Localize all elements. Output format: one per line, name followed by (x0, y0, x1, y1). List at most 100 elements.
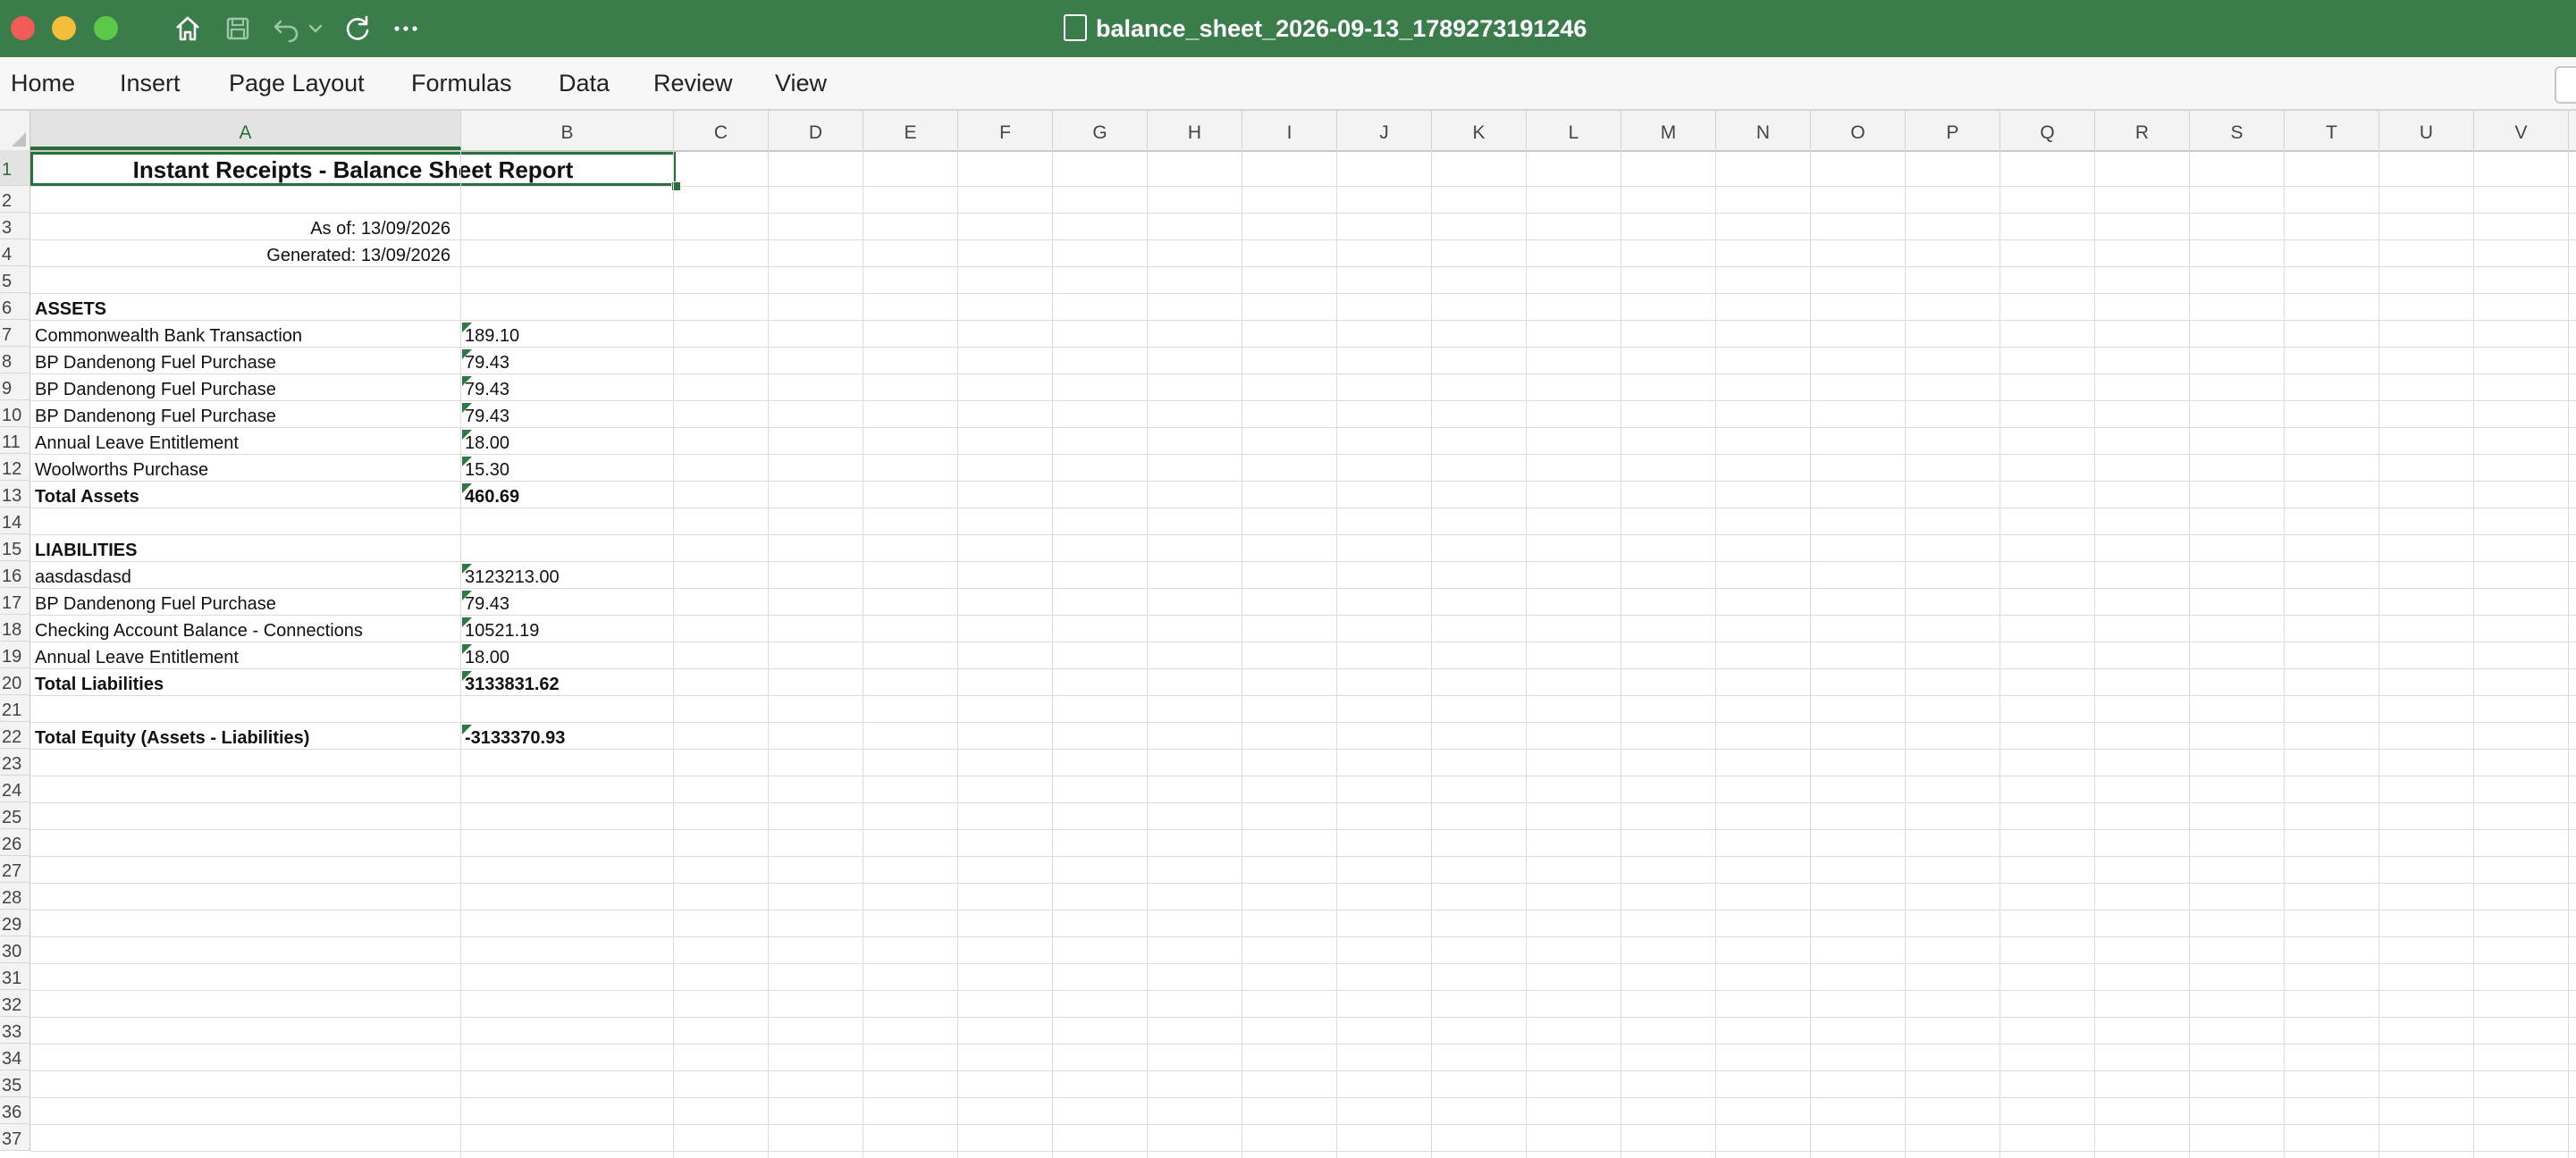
chevron-down-icon[interactable] (306, 13, 325, 45)
row-header[interactable]: 19 (0, 642, 30, 668)
row-header[interactable]: 23 (0, 749, 30, 776)
column-header-j[interactable]: J (1337, 111, 1432, 150)
row-header[interactable]: 21 (0, 695, 30, 722)
tab-home[interactable]: Home (11, 57, 75, 109)
row-header[interactable]: 35 (0, 1070, 30, 1097)
row-header[interactable]: 9 (0, 373, 30, 400)
total-equity-value[interactable]: -3133370.93 (461, 724, 674, 751)
column-header-b[interactable]: B (461, 111, 674, 150)
row-header[interactable]: 26 (0, 829, 30, 856)
liability-label[interactable]: aasdasdasd (30, 563, 131, 590)
minimize-window-button[interactable] (52, 16, 76, 40)
column-header-q[interactable]: Q (2000, 111, 2095, 150)
column-header-v[interactable]: V (2474, 111, 2569, 150)
row-header[interactable]: 20 (0, 668, 30, 695)
tab-formulas[interactable]: Formulas (411, 57, 512, 109)
liability-value[interactable]: 3123213.00 (461, 563, 674, 590)
cell-assets-header[interactable]: ASSETS (30, 295, 106, 322)
cell-a1-report-title[interactable]: Instant Receipts - Balance Sheet Report (30, 152, 676, 186)
column-header-g[interactable]: G (1053, 111, 1148, 150)
asset-label[interactable]: BP Dandenong Fuel Purchase (30, 348, 276, 375)
row-header[interactable]: 22 (0, 722, 30, 749)
asset-label[interactable]: Commonwealth Bank Transaction (30, 322, 302, 348)
column-header-t[interactable]: T (2285, 111, 2379, 150)
asset-label[interactable]: BP Dandenong Fuel Purchase (30, 375, 276, 402)
row-header[interactable]: 31 (0, 963, 30, 990)
liability-label[interactable]: Checking Account Balance - Connections (30, 617, 363, 643)
row-header[interactable]: 2 (0, 186, 30, 213)
asset-value[interactable]: 79.43 (461, 402, 674, 429)
row-header[interactable]: 10 (0, 400, 30, 427)
total-liabilities-value[interactable]: 3133831.62 (461, 670, 674, 697)
row-header[interactable]: 36 (0, 1097, 30, 1124)
row-header[interactable]: 11 (0, 427, 30, 454)
tab-insert[interactable]: Insert (120, 57, 181, 109)
liability-value[interactable]: 10521.19 (461, 617, 674, 643)
column-header-c[interactable]: C (674, 111, 769, 150)
row-header[interactable]: 17 (0, 588, 30, 615)
ribbon-overflow-button[interactable] (2555, 66, 2576, 104)
tab-review[interactable]: Review (653, 57, 733, 109)
row-header[interactable]: 6 (0, 293, 30, 320)
total-assets-value[interactable]: 460.69 (461, 482, 674, 509)
asset-value[interactable]: 15.30 (461, 456, 674, 482)
tab-data[interactable]: Data (559, 57, 610, 109)
row-header[interactable]: 25 (0, 802, 30, 829)
row-header[interactable]: 16 (0, 561, 30, 588)
asset-value[interactable]: 189.10 (461, 322, 674, 348)
column-header-i[interactable]: I (1242, 111, 1337, 150)
asset-value[interactable]: 18.00 (461, 429, 674, 456)
row-header[interactable]: 14 (0, 508, 30, 534)
column-header-h[interactable]: H (1148, 111, 1242, 150)
row-header[interactable]: 8 (0, 347, 30, 373)
row-header[interactable]: 5 (0, 266, 30, 293)
spreadsheet-grid[interactable]: ABCDEFGHIJKLMNOPQRSTUV 1 2 3 4 5 6 7 8 9 10 11 12 13… (0, 111, 2576, 1158)
row-header[interactable]: 28 (0, 883, 30, 910)
column-header-d[interactable]: D (769, 111, 863, 150)
redo-icon[interactable] (341, 13, 374, 45)
cell-as-of[interactable]: As of: 13/09/2026 (30, 214, 461, 241)
asset-label[interactable]: BP Dandenong Fuel Purchase (30, 402, 276, 429)
column-header-s[interactable]: S (2190, 111, 2285, 150)
total-equity-label[interactable]: Total Equity (Assets - Liabilities) (30, 724, 309, 751)
tab-view[interactable]: View (775, 57, 827, 109)
column-header-p[interactable]: P (1906, 111, 2000, 150)
row-header[interactable]: 32 (0, 990, 30, 1017)
home-icon[interactable] (172, 13, 204, 45)
row-header[interactable]: 13 (0, 481, 30, 508)
column-header-n[interactable]: N (1716, 111, 1811, 150)
asset-value[interactable]: 79.43 (461, 375, 674, 402)
row-header[interactable]: 37 (0, 1124, 30, 1151)
more-icon[interactable] (390, 13, 422, 45)
cell-liabilities-header[interactable]: LIABILITIES (30, 536, 137, 563)
column-header-e[interactable]: E (863, 111, 958, 150)
asset-value[interactable]: 79.43 (461, 348, 674, 375)
maximize-window-button[interactable] (94, 16, 118, 40)
row-header[interactable]: 18 (0, 615, 30, 642)
asset-label[interactable]: Woolworths Purchase (30, 456, 208, 482)
row-header[interactable]: 34 (0, 1044, 30, 1070)
select-all-corner[interactable] (0, 111, 30, 150)
liability-value[interactable]: 79.43 (461, 590, 674, 617)
row-header[interactable]: 15 (0, 534, 30, 561)
row-header[interactable]: 1 (0, 150, 30, 186)
column-header-k[interactable]: K (1432, 111, 1527, 150)
column-header-o[interactable]: O (1811, 111, 1906, 150)
row-header[interactable]: 33 (0, 1017, 30, 1044)
row-header[interactable]: 27 (0, 856, 30, 883)
row-header[interactable]: 30 (0, 936, 30, 963)
close-window-button[interactable] (11, 16, 35, 40)
save-icon[interactable] (222, 13, 254, 45)
asset-label[interactable]: Annual Leave Entitlement (30, 429, 239, 456)
column-header-f[interactable]: F (958, 111, 1053, 150)
column-header-m[interactable]: M (1621, 111, 1716, 150)
row-header[interactable]: 24 (0, 776, 30, 802)
row-header[interactable]: 4 (0, 239, 30, 266)
total-assets-label[interactable]: Total Assets (30, 482, 139, 509)
cell-generated[interactable]: Generated: 13/09/2026 (30, 241, 461, 268)
column-header-r[interactable]: R (2095, 111, 2190, 150)
row-header[interactable]: 12 (0, 454, 30, 481)
column-header-a[interactable]: A (30, 111, 461, 150)
liability-value[interactable]: 18.00 (461, 643, 674, 670)
undo-icon[interactable] (270, 13, 302, 45)
